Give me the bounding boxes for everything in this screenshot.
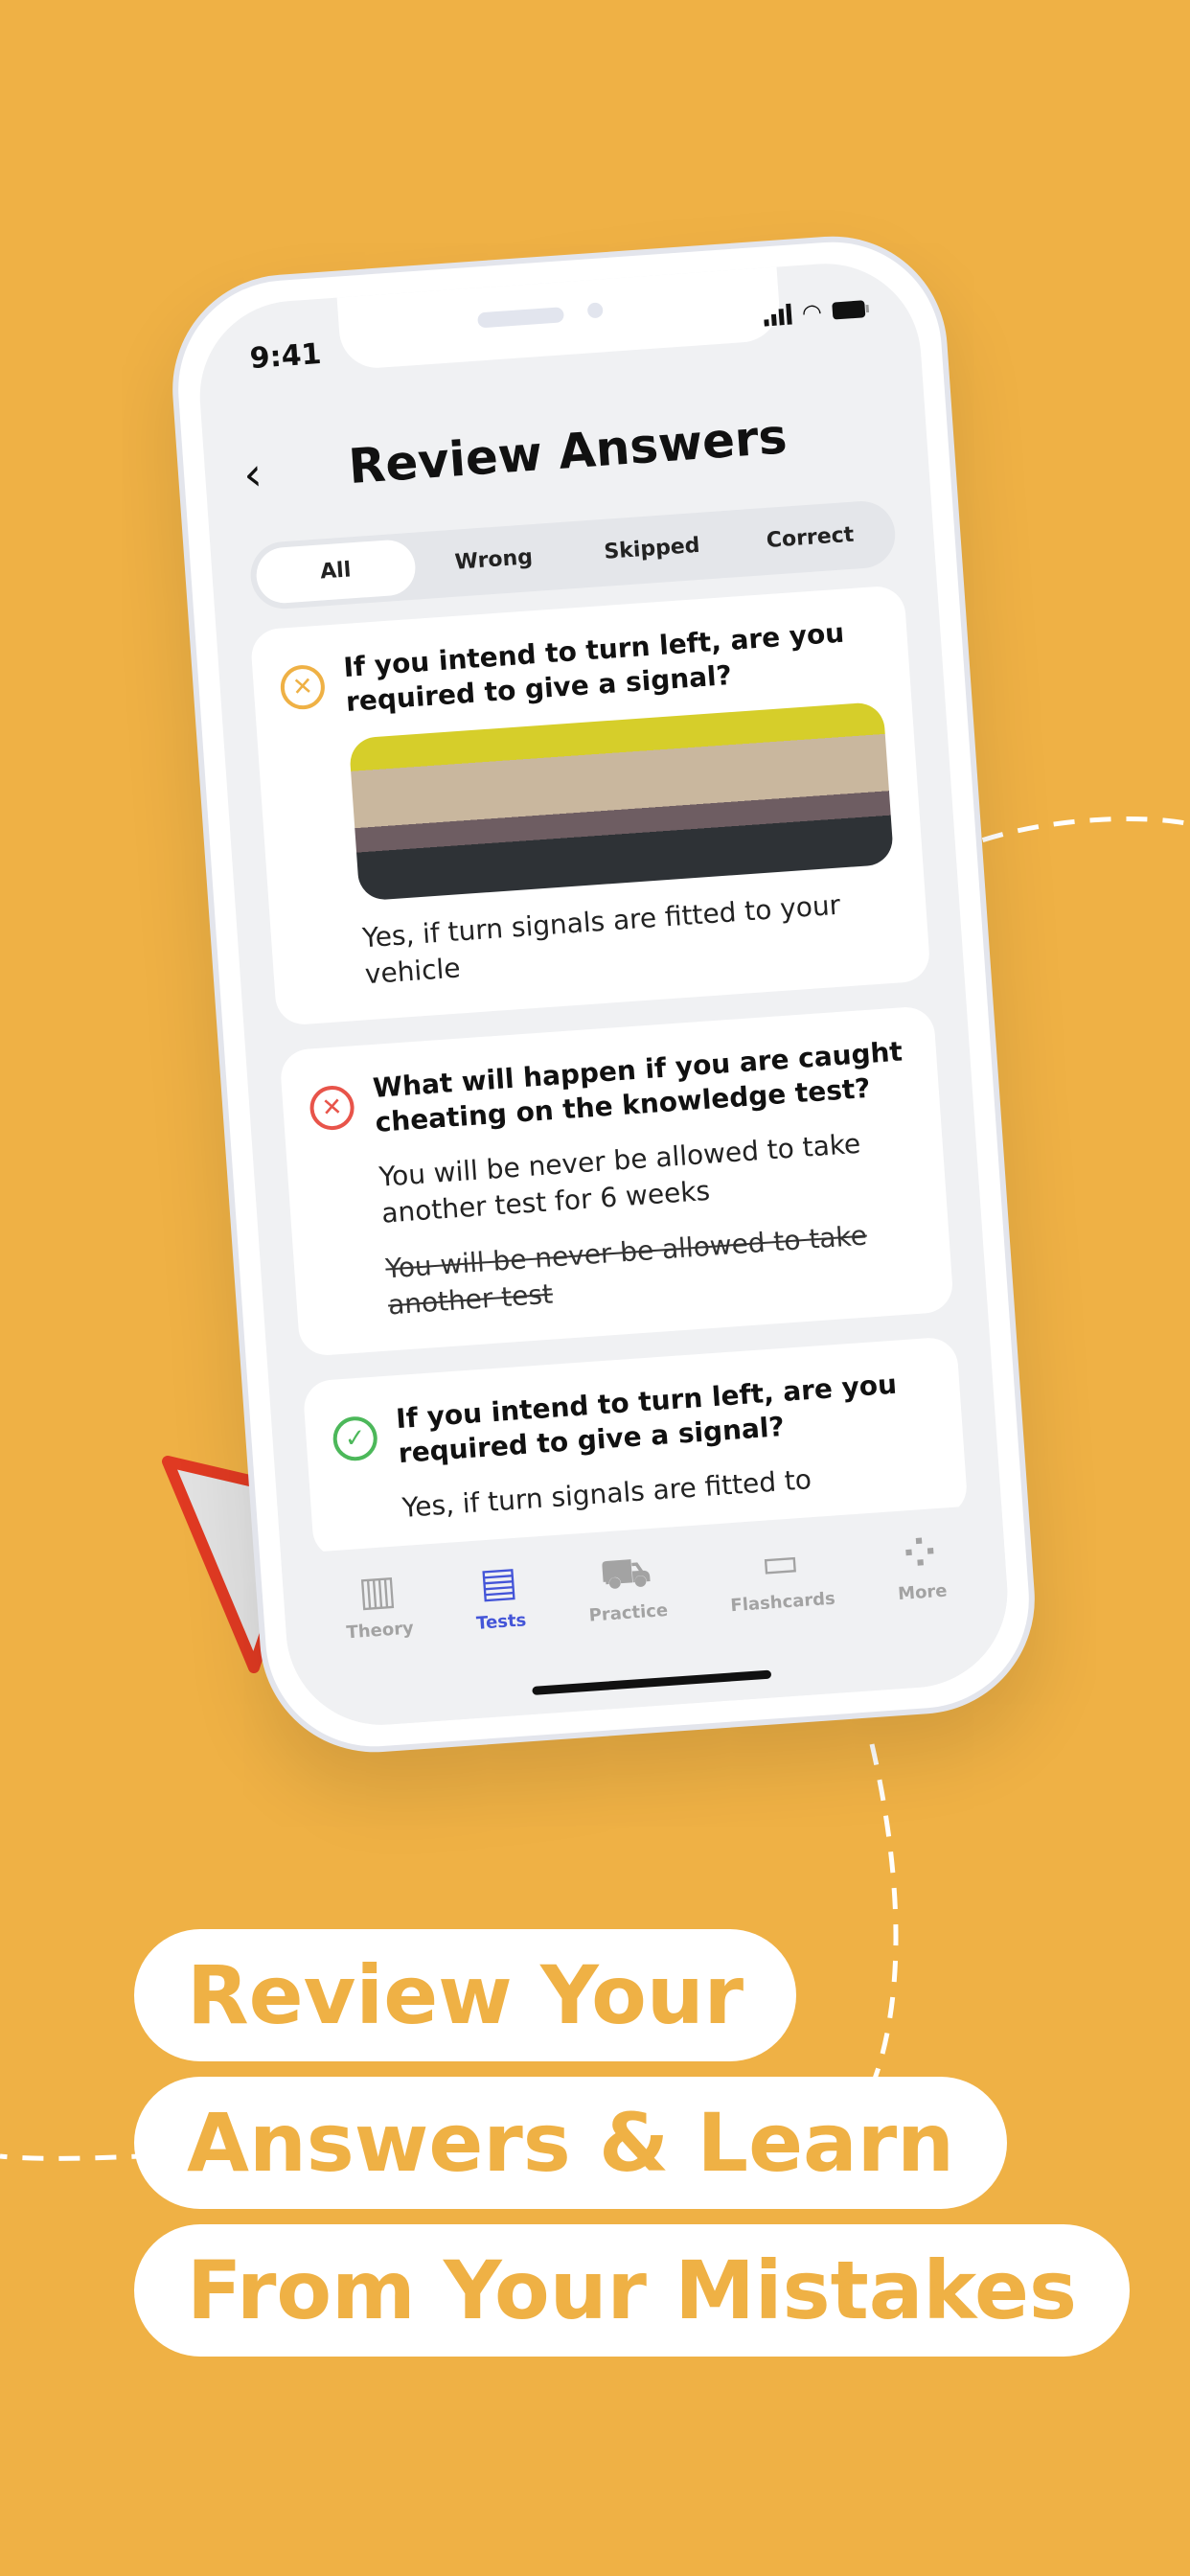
headline-line-3: From Your Mistakes xyxy=(134,2224,1131,2357)
driving-illustration xyxy=(348,701,895,902)
car-icon: ⛟ xyxy=(598,1548,653,1598)
nav-more[interactable]: ⁘ More xyxy=(894,1528,954,1689)
headline-line-2: Answers & Learn xyxy=(134,2077,1007,2209)
tab-skipped[interactable]: Skipped xyxy=(571,517,733,583)
notch xyxy=(336,263,782,371)
x-circle-icon: ✕ xyxy=(309,1084,356,1132)
question-card[interactable]: ✕ If you intend to turn left, are you re… xyxy=(249,585,931,1026)
wifi-icon: ◠ xyxy=(801,298,823,327)
question-list: ✕ If you intend to turn left, are you re… xyxy=(249,585,971,1584)
app-screen: 9:41 ◠ ‹ Review Answers All Wrong Skippe… xyxy=(193,257,1015,1732)
chevron-left-icon[interactable]: ‹ xyxy=(241,448,263,502)
nav-theory[interactable]: ▥ Theory xyxy=(342,1565,421,1728)
tab-all[interactable]: All xyxy=(254,538,417,606)
tab-correct[interactable]: Correct xyxy=(729,505,891,571)
card-box-icon: ▭ xyxy=(759,1537,801,1587)
question-card[interactable]: ✕ What will happen if you are caught che… xyxy=(279,1005,954,1357)
tab-wrong[interactable]: Wrong xyxy=(413,527,575,593)
books-icon: ▥ xyxy=(356,1565,399,1616)
check-circle-icon: ✓ xyxy=(332,1414,379,1462)
question-text: If you intend to turn left, are you requ… xyxy=(395,1368,898,1470)
x-circle-icon: ✕ xyxy=(279,663,327,711)
page-title: Review Answers xyxy=(346,408,790,495)
answer-text: Yes, if turn signals are fitted to your … xyxy=(361,888,842,991)
signal-icon xyxy=(764,303,792,327)
question-text: If you intend to turn left, are you requ… xyxy=(342,616,846,718)
phone-mockup: 9:41 ◠ ‹ Review Answers All Wrong Skippe… xyxy=(165,228,1042,1760)
notebook-icon: ▤ xyxy=(477,1556,519,1607)
correct-answer-text: You will be never be allowed to take ano… xyxy=(378,1127,862,1230)
battery-icon xyxy=(832,300,870,320)
nav-tests[interactable]: ▤ Tests xyxy=(472,1556,534,1717)
headline-line-1: Review Your xyxy=(134,1929,797,2061)
wrong-answer-text: You will be never be allowed to take ano… xyxy=(384,1219,868,1322)
grid-circles-icon: ⁘ xyxy=(901,1528,939,1577)
status-time: 9:41 xyxy=(248,336,323,377)
header: ‹ Review Answers xyxy=(203,391,929,518)
question-text: What will happen if you are caught cheat… xyxy=(372,1035,904,1138)
